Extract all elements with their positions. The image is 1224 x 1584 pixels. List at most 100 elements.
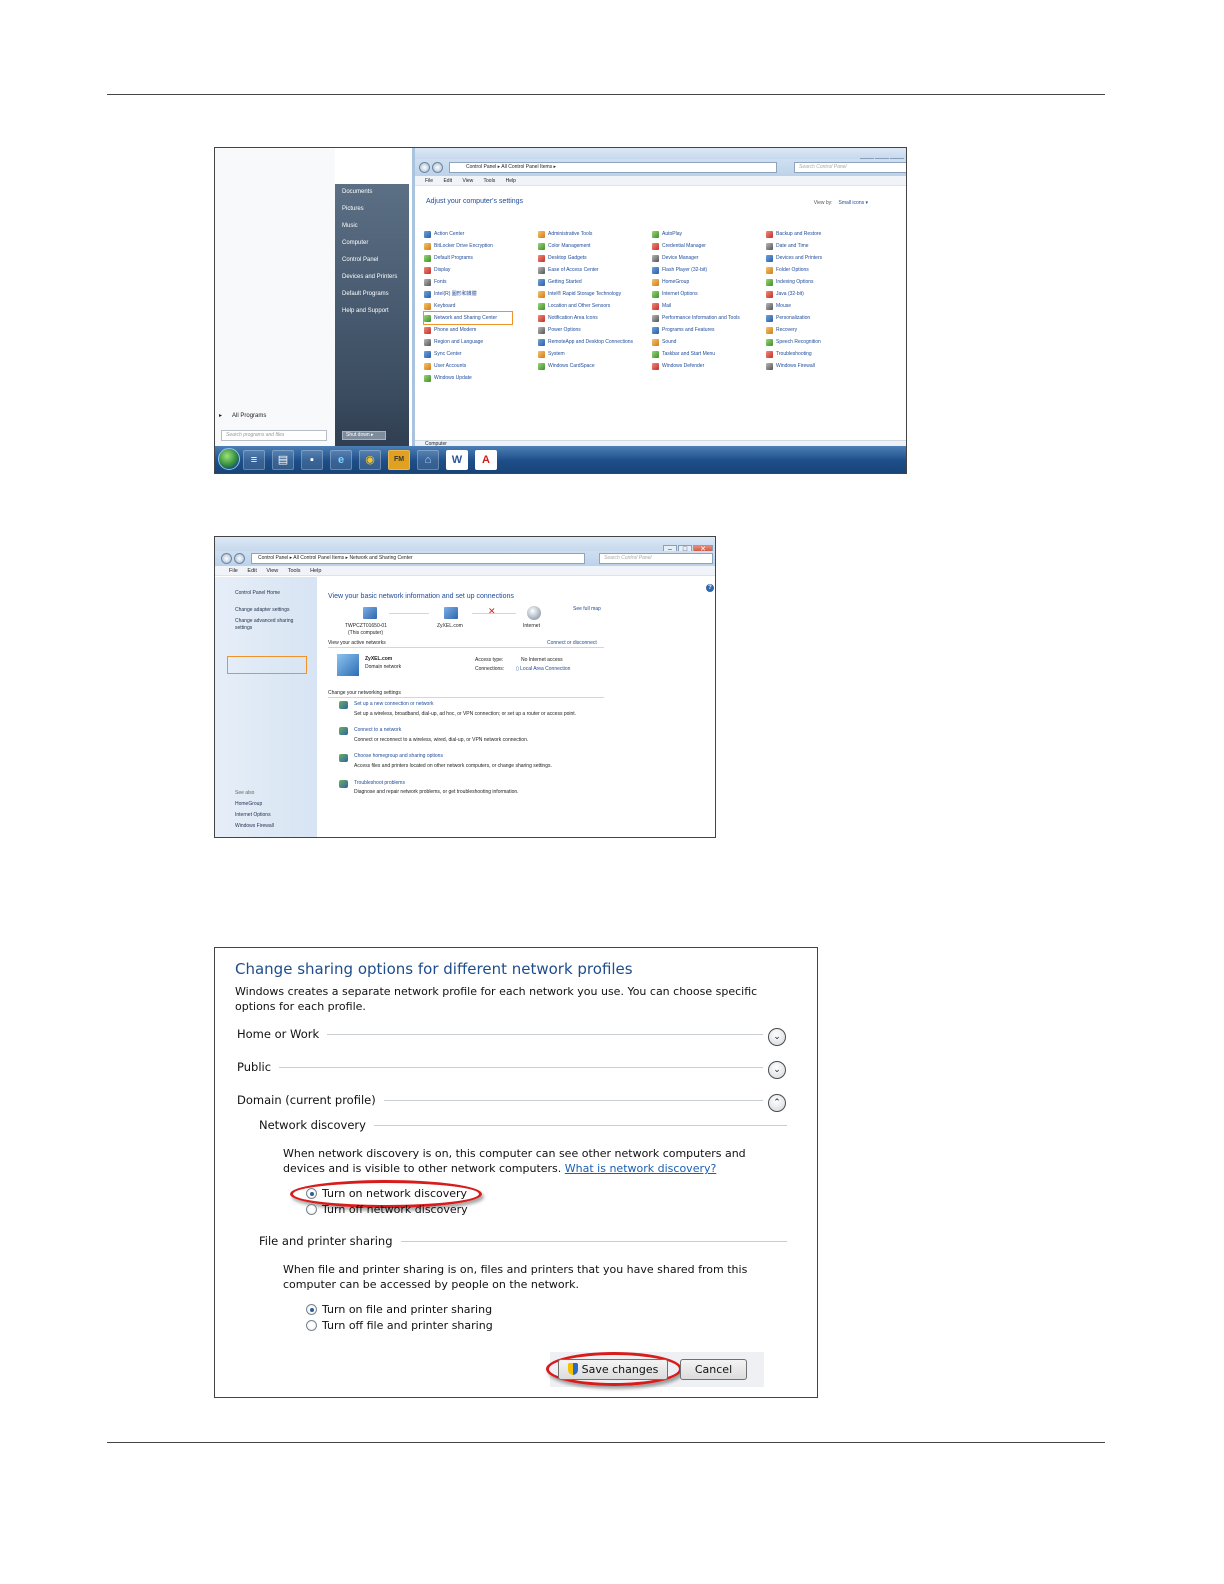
cp-item[interactable]: Keyboard <box>424 300 538 312</box>
explorer-icon[interactable]: ≡ <box>243 450 265 470</box>
cp-item[interactable]: Mouse <box>766 300 880 312</box>
start-item-devices-printers[interactable]: Devices and Printers <box>335 269 409 286</box>
cp-item[interactable]: Region and Language <box>424 336 538 348</box>
view-by-dropdown[interactable]: Small icons ▾ <box>839 200 868 206</box>
start-item-pictures[interactable]: Pictures <box>335 201 409 218</box>
radio-discovery-on[interactable]: Turn on network discovery <box>306 1187 467 1200</box>
radio-button[interactable] <box>306 1304 317 1315</box>
menu-help[interactable]: Help <box>506 178 516 184</box>
network-icon[interactable]: ⌂ <box>417 450 439 470</box>
task-connect-network[interactable]: Connect to a network <box>354 727 401 733</box>
start-search-input[interactable]: Search programs and files <box>221 430 327 441</box>
back-button[interactable] <box>221 553 232 564</box>
terminal-icon[interactable]: ▪ <box>301 450 323 470</box>
cp-item[interactable]: BitLocker Drive Encryption <box>424 240 538 252</box>
connect-disconnect-link[interactable]: Connect or disconnect <box>547 640 597 646</box>
cp-item[interactable]: Network and Sharing Center <box>423 311 513 325</box>
cp-item[interactable]: Backup and Restore <box>766 228 880 240</box>
chrome-icon[interactable]: ◉ <box>359 450 381 470</box>
cp-item[interactable]: System <box>538 348 652 360</box>
ns-search-input[interactable]: Search Control Panel <box>599 553 713 564</box>
shutdown-button[interactable]: Shut down ▸ <box>342 431 386 440</box>
cp-item[interactable]: Default Programs <box>424 252 538 264</box>
network-discovery-help-link[interactable]: What is network discovery? <box>565 1162 717 1175</box>
task-setup-connection[interactable]: Set up a new connection or network <box>354 701 434 707</box>
radio-button[interactable] <box>306 1188 317 1199</box>
cp-item[interactable]: Fonts <box>424 276 538 288</box>
cp-item[interactable]: AutoPlay <box>652 228 766 240</box>
cp-item[interactable]: Programs and Features <box>652 324 766 336</box>
cp-item[interactable]: Personalization <box>766 312 880 324</box>
profile-public[interactable]: Public <box>237 1060 763 1074</box>
cp-item[interactable]: Flash Player (32-bit) <box>652 264 766 276</box>
task-troubleshoot[interactable]: Troubleshoot problems <box>354 780 405 786</box>
start-item-help-support[interactable]: Help and Support <box>335 303 409 320</box>
menu-tools[interactable]: Tools <box>484 178 496 184</box>
radio-sharing-off[interactable]: Turn off file and printer sharing <box>306 1319 493 1332</box>
cp-item[interactable]: Location and Other Sensors <box>538 300 652 312</box>
cp-item[interactable]: Recovery <box>766 324 880 336</box>
menu-edit[interactable]: Edit <box>443 178 452 184</box>
cp-item[interactable]: Windows Firewall <box>766 360 880 372</box>
cp-item[interactable]: Devices and Printers <box>766 252 880 264</box>
local-area-connection-link[interactable]: ▯ Local Area Connection <box>516 666 570 672</box>
start-orb-icon[interactable] <box>218 448 240 470</box>
cp-item[interactable]: Display <box>424 264 538 276</box>
see-full-map-link[interactable]: See full map <box>573 606 601 612</box>
cp-item[interactable]: User Accounts <box>424 360 538 372</box>
cp-item[interactable]: Phone and Modem <box>424 324 538 336</box>
sidebar-windows-firewall[interactable]: Windows Firewall <box>235 823 274 829</box>
help-icon[interactable]: ? <box>706 584 714 592</box>
cp-search-input[interactable]: Search Control Panel <box>794 162 906 173</box>
cp-item[interactable]: Sync Center <box>424 348 538 360</box>
cp-item[interactable]: RemoteApp and Desktop Connections <box>538 336 652 348</box>
cp-item[interactable]: Desktop Gadgets <box>538 252 652 264</box>
profile-home-work[interactable]: Home or Work <box>237 1027 763 1041</box>
cp-item[interactable]: Indexing Options <box>766 276 880 288</box>
cp-item[interactable]: Getting Started <box>538 276 652 288</box>
start-item-computer[interactable]: Computer <box>335 235 409 252</box>
cp-item[interactable]: Date and Time <box>766 240 880 252</box>
menu-view[interactable]: View <box>462 178 473 184</box>
sidebar-control-panel-home[interactable]: Control Panel Home <box>235 590 280 596</box>
cp-item[interactable]: Administrative Tools <box>538 228 652 240</box>
start-item-default-programs[interactable]: Default Programs <box>335 286 409 303</box>
radio-button[interactable] <box>306 1204 317 1215</box>
menu-view[interactable]: View <box>266 568 278 574</box>
cp-item[interactable]: Windows Update <box>424 372 538 384</box>
sidebar-change-adapter[interactable]: Change adapter settings <box>235 607 289 613</box>
ie-icon[interactable]: e <box>330 450 352 470</box>
pdf-icon[interactable]: A <box>475 450 497 470</box>
cp-item[interactable]: Troubleshooting <box>766 348 880 360</box>
radio-discovery-off[interactable]: Turn off network discovery <box>306 1203 468 1216</box>
sidebar-change-advanced-sharing-2[interactable]: settings <box>235 625 252 631</box>
cp-item[interactable]: Device Manager <box>652 252 766 264</box>
task-homegroup[interactable]: Choose homegroup and sharing options <box>354 753 443 759</box>
cp-item[interactable]: Ease of Access Center <box>538 264 652 276</box>
start-item-documents[interactable]: Documents <box>335 184 409 201</box>
menu-file[interactable]: File <box>425 178 433 184</box>
back-button[interactable] <box>419 162 430 173</box>
word-icon[interactable]: W <box>446 450 468 470</box>
sidebar-internet-options[interactable]: Internet Options <box>235 812 271 818</box>
menu-file[interactable]: File <box>229 568 238 574</box>
chevron-up-icon[interactable]: ⌃ <box>768 1094 786 1112</box>
start-item-music[interactable]: Music <box>335 218 409 235</box>
cancel-button[interactable]: Cancel <box>680 1359 747 1380</box>
cp-item[interactable]: Notification Area Icons <box>538 312 652 324</box>
sidebar-homegroup[interactable]: HomeGroup <box>235 801 262 807</box>
radio-sharing-on[interactable]: Turn on file and printer sharing <box>306 1303 492 1316</box>
ns-breadcrumb[interactable]: Control Panel ▸ All Control Panel Items … <box>251 553 585 564</box>
cp-item[interactable]: Speech Recognition <box>766 336 880 348</box>
cp-item[interactable]: Color Management <box>538 240 652 252</box>
all-programs-link[interactable]: ▸ All Programs <box>219 412 266 419</box>
cp-item[interactable]: HomeGroup <box>652 276 766 288</box>
chevron-down-icon[interactable]: ⌄ <box>768 1061 786 1079</box>
cp-item[interactable]: Power Options <box>538 324 652 336</box>
sidebar-change-advanced-sharing[interactable]: Change advanced sharing <box>235 618 293 624</box>
cp-item[interactable]: Performance Information and Tools <box>652 312 766 324</box>
profile-domain[interactable]: Domain (current profile) <box>237 1093 763 1107</box>
fm-icon[interactable]: FM <box>388 450 410 470</box>
cp-item[interactable]: Internet Options <box>652 288 766 300</box>
file-manager-icon[interactable]: ▤ <box>272 450 294 470</box>
